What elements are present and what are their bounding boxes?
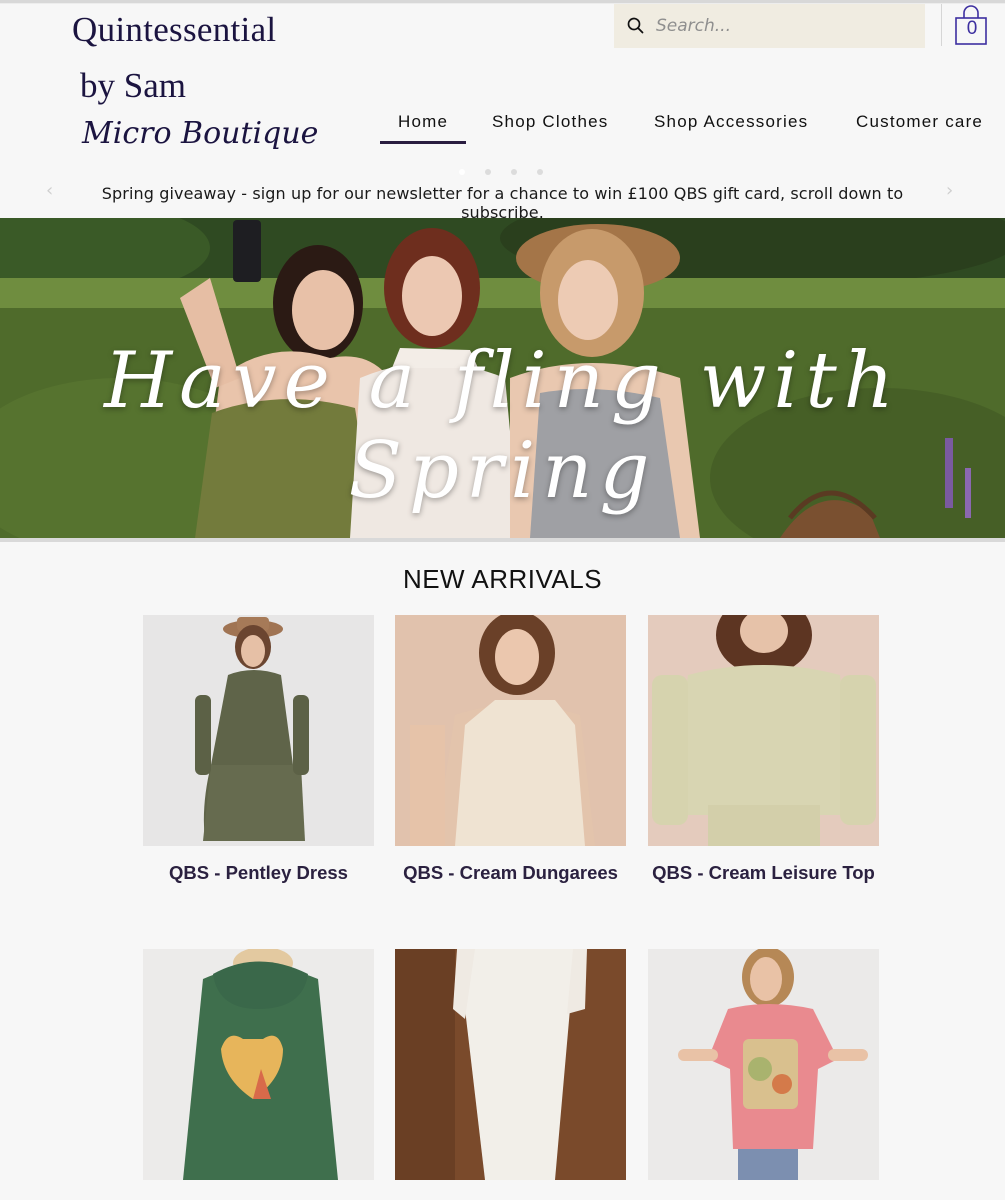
brand-tagline[interactable]: Micro Boutique [82,116,318,151]
cart-count[interactable]: 0 [955,18,989,42]
product-card-image[interactable] [395,949,626,1180]
section-title: NEW ARRIVALS [402,564,603,594]
slide-dot-2[interactable] [485,169,491,175]
product-name[interactable]: QBS - Cream Dungarees [395,862,626,884]
nav-shop-clothes[interactable]: Shop Clothes [492,112,608,138]
search-input[interactable] [652,9,920,43]
nav-customer-care[interactable]: Customer care [856,112,983,138]
product-image [143,615,374,846]
hero-divider [0,538,1005,542]
slide-dot-1[interactable] [459,169,465,175]
product-name[interactable]: QBS - Cream Leisure Top [648,862,879,884]
product-image [395,949,626,1180]
hero-banner[interactable]: Have a fling with Spring [0,218,1005,538]
product-image [395,615,626,846]
nav-shop-accessories[interactable]: Shop Accessories [654,112,808,138]
chevron-right-icon[interactable]: › [946,180,953,201]
product-image [143,949,374,1180]
header-divider [941,4,942,46]
product-image [648,615,879,846]
brand-name[interactable]: Quintessential [72,10,276,50]
brand-byline[interactable]: by Sam [80,66,186,106]
nav-active-indicator [380,141,466,144]
product-card-image[interactable] [395,615,626,846]
product-image [648,949,879,1180]
hero-caption: Have a fling with Spring [104,336,901,516]
product-card-image[interactable] [648,615,879,846]
product-card-image[interactable] [648,949,879,1180]
chevron-left-icon[interactable]: ‹ [46,180,53,201]
product-name[interactable]: QBS - Pentley Dress [143,862,374,884]
nav-home[interactable]: Home [398,112,448,138]
announcement-text: Spring giveaway - sign up for our newsle… [101,184,904,222]
slide-dot-4[interactable] [537,169,543,175]
slide-dot-3[interactable] [511,169,517,175]
product-card-image[interactable] [143,949,374,1180]
product-card-image[interactable] [143,615,374,846]
search-icon[interactable] [627,17,644,34]
